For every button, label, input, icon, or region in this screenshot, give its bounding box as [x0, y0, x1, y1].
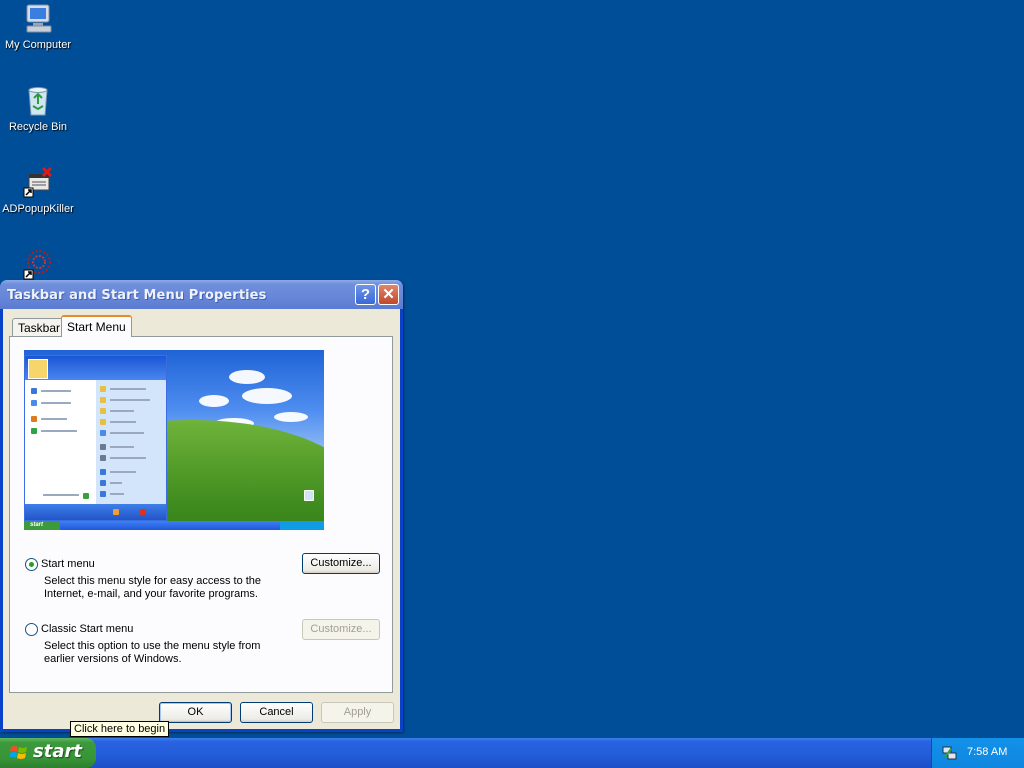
radio-selected-dot: [29, 562, 34, 567]
start-button[interactable]: start: [0, 738, 96, 768]
ok-button[interactable]: OK: [159, 702, 232, 723]
shortcut-icon: [23, 250, 51, 280]
taskbar: start 7:58 AM: [0, 738, 1024, 768]
desktop-icon-label: Recycle Bin: [8, 121, 68, 133]
dialog-client-area: Taskbar Start Menu start Start menu Sele…: [3, 309, 400, 729]
desktop-icon-my-computer[interactable]: My Computer: [2, 2, 74, 51]
taskbar-start-menu-properties-dialog: Taskbar and Start Menu Properties ? ✕ Ta…: [0, 280, 403, 732]
system-tray: 7:58 AM: [931, 738, 1024, 768]
start-menu-option-label[interactable]: Start menu: [41, 558, 95, 570]
tab-start-menu[interactable]: Start Menu: [61, 315, 132, 337]
apply-button[interactable]: Apply: [321, 702, 394, 723]
customize-start-menu-button[interactable]: Customize...: [302, 553, 380, 574]
recycle-bin-icon: [28, 87, 48, 116]
windows-flag-icon: [10, 746, 27, 759]
close-button[interactable]: ✕: [378, 284, 399, 305]
cancel-button[interactable]: Cancel: [240, 702, 313, 723]
customize-classic-start-menu-button[interactable]: Customize...: [302, 619, 380, 640]
start-menu-preview-image: start: [24, 350, 324, 530]
desktop-icon-label: My Computer: [4, 39, 72, 51]
classic-start-menu-option-description-line1: Select this option to use the menu style…: [44, 640, 261, 652]
my-computer-icon: [26, 4, 52, 33]
help-icon: ?: [360, 286, 371, 303]
dialog-titlebar[interactable]: Taskbar and Start Menu Properties ? ✕: [0, 280, 403, 309]
desktop-icon-recycle-bin[interactable]: Recycle Bin: [2, 84, 74, 133]
start-button-tooltip: Click here to begin: [70, 721, 170, 737]
desktop-icon-adpopupkiller[interactable]: ADPopupKiller: [2, 166, 74, 215]
help-button[interactable]: ?: [355, 284, 376, 305]
adpopupkiller-icon: [23, 166, 53, 198]
network-tray-icon[interactable]: [942, 745, 958, 761]
tab-taskbar[interactable]: Taskbar: [12, 318, 67, 337]
desktop-icon-label: ADPopupKiller: [2, 203, 74, 215]
start-button-label: start: [33, 741, 82, 762]
classic-start-menu-option-label[interactable]: Classic Start menu: [41, 623, 133, 635]
start-menu-tab-panel: start Start menu Select this menu style …: [9, 336, 393, 693]
dialog-title: Taskbar and Start Menu Properties: [7, 288, 267, 303]
start-menu-radio[interactable]: [25, 558, 38, 571]
classic-start-menu-radio[interactable]: [25, 623, 38, 636]
start-menu-option-description-line1: Select this menu style for easy access t…: [44, 575, 262, 587]
start-menu-option-description-line2: Internet, e-mail, and your favorite prog…: [44, 588, 258, 600]
close-icon: ✕: [382, 286, 395, 303]
classic-start-menu-option-description-line2: earlier versions of Windows.: [44, 653, 182, 665]
clock[interactable]: 7:58 AM: [967, 746, 1007, 758]
